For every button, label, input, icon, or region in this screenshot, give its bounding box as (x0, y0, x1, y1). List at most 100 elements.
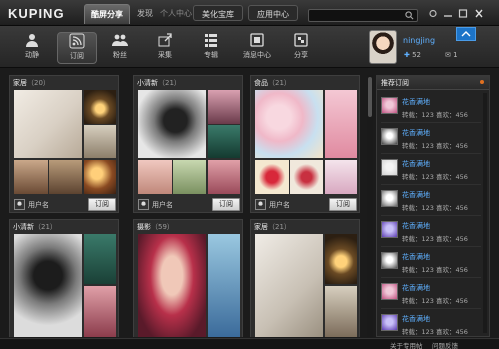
search-input[interactable] (309, 10, 401, 21)
recommended-thumbnail[interactable] (381, 314, 398, 331)
album-card[interactable]: 小清新（21） (9, 219, 119, 337)
tab-app-center[interactable]: 应用中心 (248, 5, 298, 21)
thumbnail-image[interactable] (325, 160, 357, 194)
follow-icon: ✚ (404, 51, 413, 59)
owner-avatar[interactable] (138, 199, 149, 210)
recommended-name[interactable]: 花香满地 (402, 159, 430, 169)
thumbnail-image[interactable] (84, 125, 116, 158)
thumbnail-image[interactable] (14, 234, 82, 337)
toolbar-fans[interactable]: 粉丝 (100, 32, 140, 64)
profile-username[interactable]: ningjing (403, 36, 435, 45)
owner-avatar[interactable] (14, 199, 25, 210)
recommended-thumbnail[interactable] (381, 190, 398, 207)
owner-name[interactable]: 用户名 (152, 200, 173, 210)
maximize-icon[interactable] (457, 8, 469, 19)
recommended-item[interactable]: 花香满地 转载：123 喜欢：456 (381, 248, 481, 278)
recommended-thumbnail[interactable] (381, 97, 398, 114)
thumbnail-image[interactable] (290, 160, 323, 194)
card-thumbnails (255, 90, 357, 194)
collapse-button[interactable] (456, 27, 476, 41)
toolbar-dynamics[interactable]: 动静 (12, 32, 52, 64)
user-avatar[interactable] (369, 30, 397, 64)
thumbnail-image[interactable] (325, 234, 357, 284)
tab-discover[interactable]: 发现 (137, 8, 153, 19)
thumbnail-image[interactable] (325, 90, 357, 158)
thumbnail-image[interactable] (208, 160, 240, 194)
recommended-thumbnail[interactable] (381, 252, 398, 269)
settings-icon[interactable] (427, 8, 439, 19)
card-thumbnails (14, 90, 116, 194)
album-card[interactable]: 食品（21） 用户名 订阅 (250, 75, 360, 213)
tab-personal-center[interactable]: 个人中心 (160, 8, 192, 19)
feedback-link[interactable]: 问题反馈 (432, 340, 458, 349)
tab-share[interactable]: 酷屏分享 (84, 4, 130, 24)
minimize-icon[interactable] (442, 8, 454, 19)
main-scrollbar[interactable] (367, 75, 373, 337)
recommended-name[interactable]: 花香满地 (402, 97, 430, 107)
title-bar: KUPING 酷屏分享 发现 个人中心 美化宝库 应用中心 (0, 0, 499, 26)
thumbnail-image[interactable] (325, 286, 357, 337)
thumbnail-image[interactable] (84, 90, 116, 124)
status-bar: 关于专用帖 问题反馈 (0, 338, 499, 349)
owner-name[interactable]: 用户名 (269, 200, 290, 210)
recommended-thumbnail[interactable] (381, 221, 398, 238)
recommended-name[interactable]: 花香满地 (402, 252, 430, 262)
message-count[interactable]: ✉ 1 (445, 51, 458, 59)
recommended-name[interactable]: 花香满地 (402, 128, 430, 138)
thumbnail-image[interactable] (138, 234, 206, 337)
album-card[interactable]: 摄影（59） (133, 219, 243, 337)
toolbar-share[interactable]: 分享 (281, 32, 321, 64)
recommended-thumbnail[interactable] (381, 283, 398, 300)
subscribe-button[interactable]: 订阅 (212, 198, 240, 211)
recommended-name[interactable]: 花香满地 (402, 221, 430, 231)
recommended-name[interactable]: 花香满地 (402, 314, 430, 324)
about-link[interactable]: 关于专用帖 (390, 340, 423, 349)
recommended-item[interactable]: 花香满地 转载：123 喜欢：456 (381, 279, 481, 309)
panel-scrollbar[interactable] (483, 93, 487, 333)
thumbnail-image[interactable] (255, 90, 323, 158)
thumbnail-image[interactable] (255, 234, 323, 337)
recommended-item[interactable]: 花香满地 转载：123 喜欢：456 (381, 93, 481, 123)
fans-icon (112, 34, 128, 46)
thumbnail-image[interactable] (84, 286, 116, 337)
toolbar-messages[interactable]: 消息中心 (237, 32, 277, 64)
thumbnail-image[interactable] (14, 90, 82, 158)
close-icon[interactable] (473, 8, 485, 19)
recommended-item[interactable]: 花香满地 转载：123 喜欢：456 (381, 186, 481, 216)
thumbnail-image[interactable] (208, 125, 240, 158)
toolbar-subscribe-label: 订阅 (70, 52, 84, 60)
recommended-item[interactable]: 花香满地 转载：123 喜欢：456 (381, 124, 481, 154)
thumbnail-image[interactable] (138, 90, 206, 158)
thumbnail-image[interactable] (138, 160, 172, 194)
thumbnail-image[interactable] (84, 234, 116, 284)
recommended-thumbnail[interactable] (381, 159, 398, 176)
thumbnail-image[interactable] (255, 160, 289, 194)
tab-beautify[interactable]: 美化宝库 (193, 5, 243, 21)
scrollbar-thumb[interactable] (368, 77, 372, 117)
subscribe-button[interactable]: 订阅 (88, 198, 116, 211)
toolbar-collect[interactable]: 采集 (145, 32, 185, 64)
album-card[interactable]: 小清新（21） 用户名 订阅 (133, 75, 243, 213)
recommended-name[interactable]: 花香满地 (402, 190, 430, 200)
toolbar-album[interactable]: 专辑 (191, 32, 231, 64)
thumbnail-image[interactable] (173, 160, 206, 194)
toolbar-subscribe[interactable]: 订阅 (57, 32, 97, 64)
owner-avatar[interactable] (255, 199, 266, 210)
follow-count[interactable]: ✚ 52 (404, 51, 421, 59)
thumbnail-image[interactable] (84, 160, 116, 194)
panel-close-icon[interactable] (480, 80, 484, 84)
recommended-item[interactable]: 花香满地 转载：123 喜欢：456 (381, 310, 481, 340)
recommended-name[interactable]: 花香满地 (402, 283, 430, 293)
owner-name[interactable]: 用户名 (28, 200, 49, 210)
search-icon[interactable] (405, 11, 414, 20)
thumbnail-image[interactable] (208, 234, 240, 337)
thumbnail-image[interactable] (208, 90, 240, 124)
recommended-item[interactable]: 花香满地 转载：123 喜欢：456 (381, 155, 481, 185)
thumbnail-image[interactable] (49, 160, 82, 194)
recommended-thumbnail[interactable] (381, 128, 398, 145)
recommended-item[interactable]: 花香满地 转载：123 喜欢：456 (381, 217, 481, 247)
album-card[interactable]: 家居（20） 用户名 订阅 (9, 75, 119, 213)
album-card[interactable]: 家居（21） (250, 219, 360, 337)
subscribe-button[interactable]: 订阅 (329, 198, 357, 211)
thumbnail-image[interactable] (14, 160, 48, 194)
